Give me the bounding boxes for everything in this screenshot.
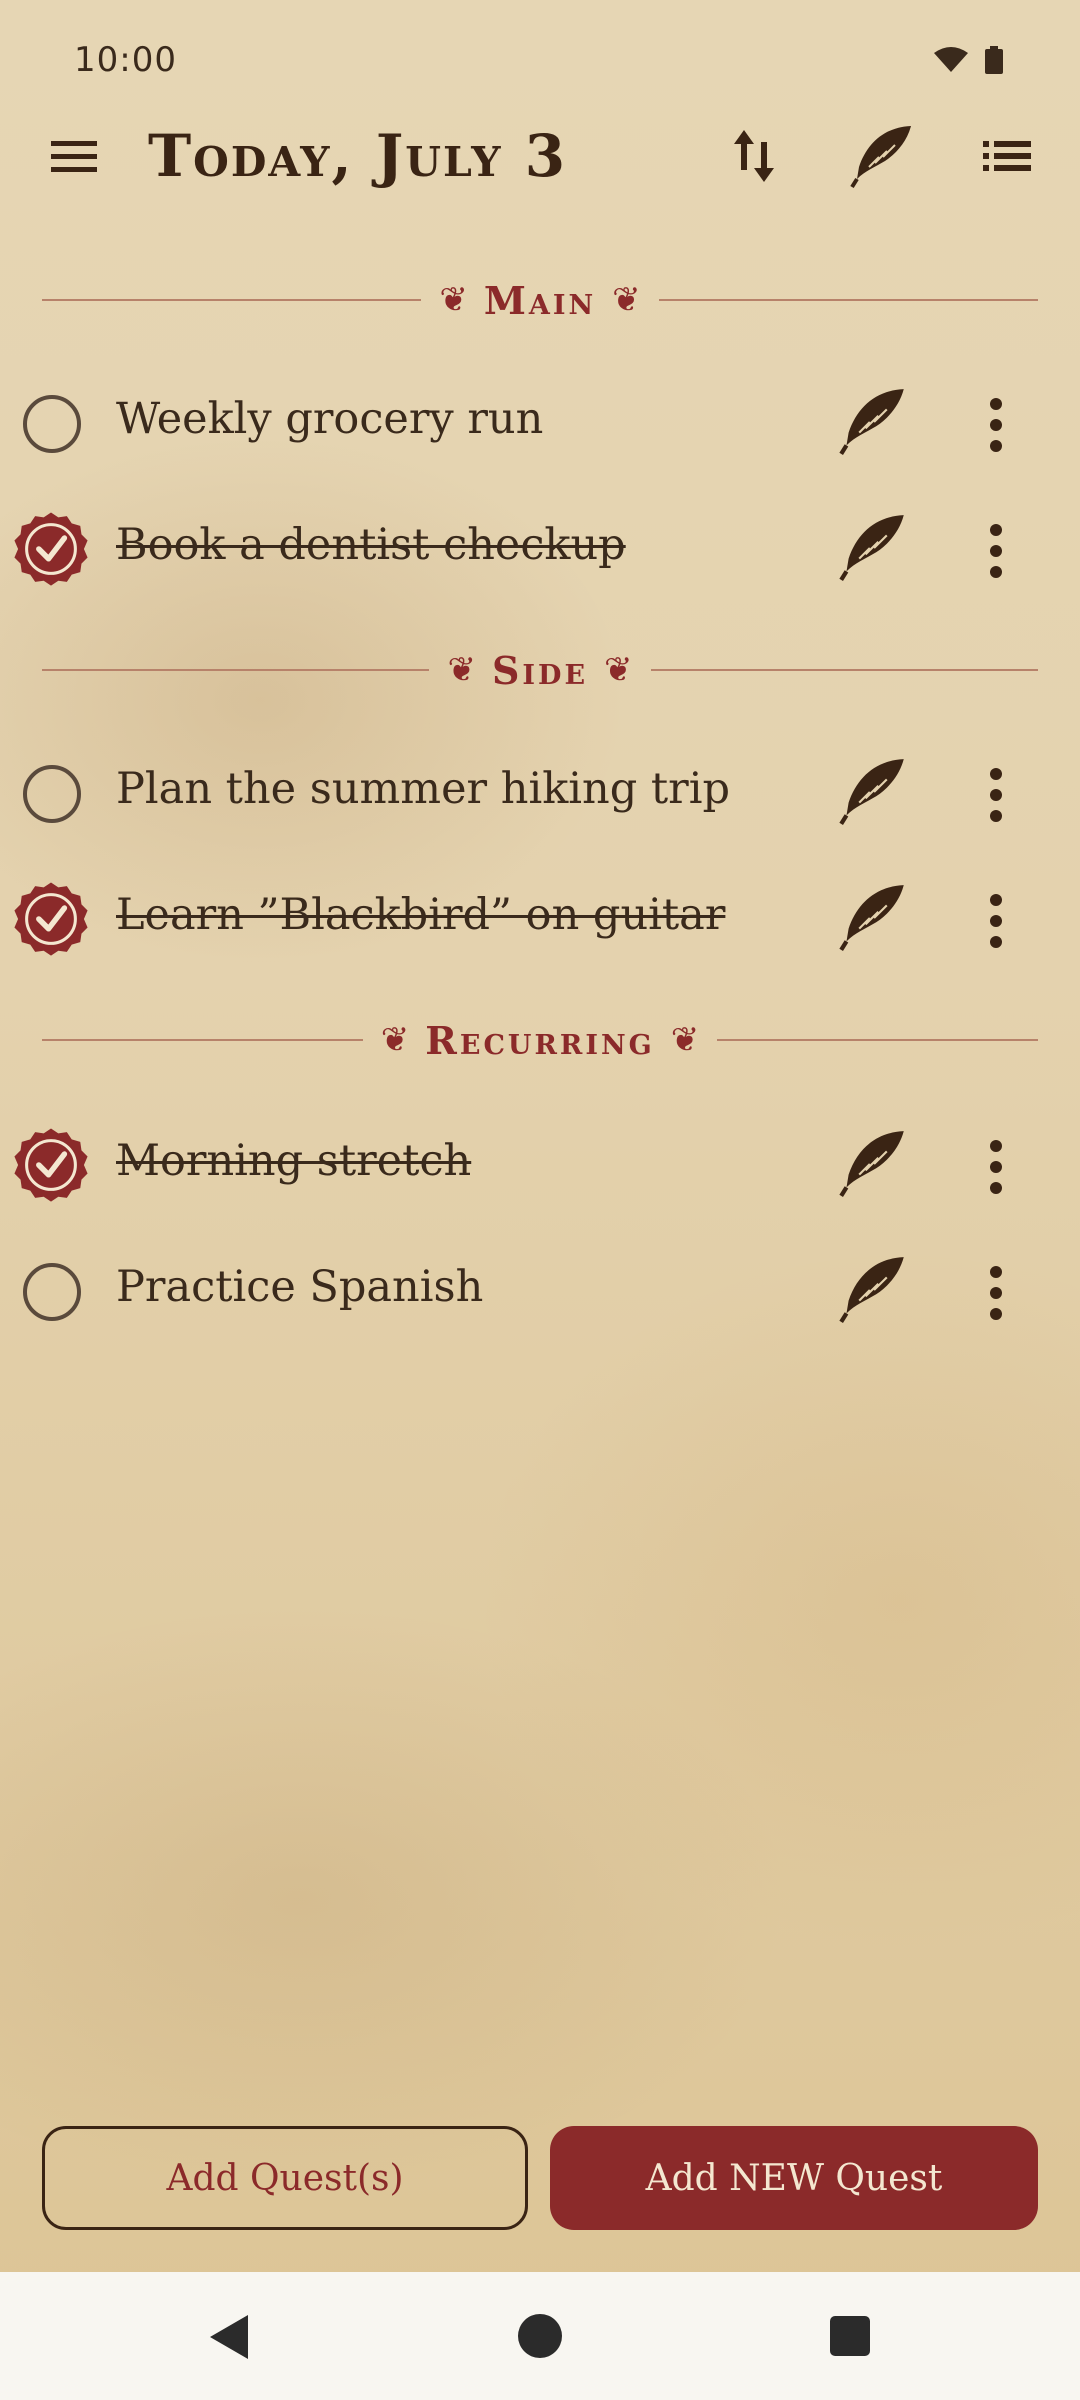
- home-icon[interactable]: [516, 2312, 564, 2360]
- unchecked-circle-icon[interactable]: [20, 1260, 84, 1324]
- wifi-icon: [934, 47, 968, 72]
- app-bar: Today, July 3: [0, 110, 1080, 200]
- page-title: Today, July 3: [148, 122, 568, 190]
- add-quests-button[interactable]: Add Quest(s): [42, 2126, 528, 2230]
- quill-icon[interactable]: [838, 1128, 908, 1198]
- quill-icon[interactable]: [838, 386, 908, 456]
- more-vert-icon[interactable]: [970, 520, 1022, 582]
- recents-icon[interactable]: [828, 2314, 872, 2358]
- task-row[interactable]: Learn ”Blackbird” on guitar: [0, 868, 1080, 968]
- task-title: Weekly grocery run: [116, 394, 544, 444]
- unchecked-circle-icon[interactable]: [20, 762, 84, 826]
- status-icons: [932, 46, 1004, 74]
- list-view-button[interactable]: [976, 128, 1038, 184]
- wax-seal-check-icon[interactable]: [12, 510, 90, 588]
- divider: [42, 1039, 363, 1041]
- system-nav-bar: [0, 2272, 1080, 2400]
- fleuron-icon: ❦: [670, 1020, 700, 1060]
- fleuron-icon: ❦: [439, 280, 468, 320]
- task-title: Morning stretch: [116, 1136, 472, 1186]
- task-row[interactable]: Book a dentist checkup: [0, 498, 1080, 598]
- more-vert-icon[interactable]: [970, 890, 1022, 952]
- menu-icon: [51, 141, 97, 172]
- fleuron-icon: ❦: [612, 280, 641, 320]
- section-header-side: ❦ Side ❦: [42, 640, 1039, 700]
- section-label: Side: [491, 647, 589, 693]
- back-icon[interactable]: [206, 2312, 252, 2362]
- task-row[interactable]: Practice Spanish: [0, 1240, 1080, 1340]
- divider: [717, 1039, 1039, 1041]
- quill-icon[interactable]: [838, 512, 908, 582]
- quill-icon[interactable]: [838, 882, 908, 952]
- wax-seal-check-icon[interactable]: [12, 1126, 90, 1204]
- fleuron-icon: ❦: [380, 1020, 410, 1060]
- task-row[interactable]: Morning stretch: [0, 1114, 1080, 1214]
- task-title: Learn ”Blackbird” on guitar: [116, 890, 726, 940]
- menu-button[interactable]: [44, 128, 104, 184]
- sort-button[interactable]: [724, 122, 784, 190]
- unchecked-circle-icon[interactable]: [20, 392, 84, 456]
- task-title: Practice Spanish: [116, 1262, 484, 1312]
- divider: [42, 669, 430, 671]
- battery-icon: [985, 46, 1003, 74]
- task-title: Book a dentist checkup: [116, 520, 626, 570]
- quill-icon: [850, 126, 911, 189]
- quill-icon[interactable]: [838, 1254, 908, 1324]
- add-new-quest-button[interactable]: Add NEW Quest: [550, 2126, 1038, 2230]
- list-icon: [983, 141, 1031, 171]
- task-row[interactable]: Weekly grocery run: [0, 372, 1080, 472]
- status-bar: 10:00: [0, 0, 1080, 120]
- status-time: 10:00: [74, 40, 177, 80]
- more-vert-icon[interactable]: [970, 1136, 1022, 1198]
- fleuron-icon: ❦: [604, 650, 633, 690]
- wax-seal-check-icon[interactable]: [12, 880, 90, 958]
- divider: [42, 299, 422, 301]
- sort-icon: [734, 130, 774, 182]
- task-row[interactable]: Plan the summer hiking trip: [0, 742, 1080, 842]
- task-title: Plan the summer hiking trip: [116, 764, 731, 814]
- divider: [650, 669, 1039, 671]
- more-vert-icon[interactable]: [970, 764, 1022, 826]
- more-vert-icon[interactable]: [970, 394, 1022, 456]
- section-header-recurring: ❦ Recurring ❦: [42, 1010, 1039, 1070]
- quill-button[interactable]: [846, 118, 918, 194]
- fleuron-icon: ❦: [447, 650, 476, 690]
- section-label: Main: [483, 277, 597, 323]
- section-label: Recurring: [425, 1017, 655, 1063]
- more-vert-icon[interactable]: [970, 1262, 1022, 1324]
- divider: [658, 299, 1039, 301]
- section-header-main: ❦ Main ❦: [42, 270, 1039, 330]
- quill-icon[interactable]: [838, 756, 908, 826]
